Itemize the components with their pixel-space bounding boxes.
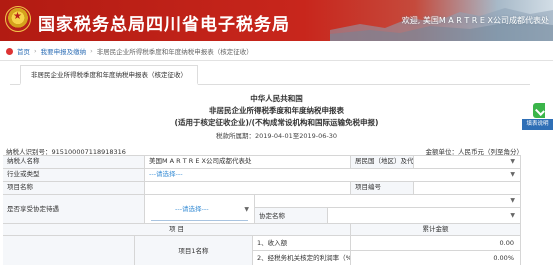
treaty-name-label: 协定名称	[255, 208, 328, 224]
project1-name-label: 项目1名称	[135, 236, 253, 265]
industry-select-value: ---请选择---	[149, 170, 183, 178]
profit-rate-value[interactable]: 0.00%	[351, 251, 521, 265]
tax-period: 税款所属期：2019-04-01至2019-06-30	[215, 132, 338, 140]
home-icon	[6, 47, 13, 55]
treaty-name-select[interactable]: ▼	[328, 208, 521, 224]
form-title-subtitle: (适用于核定征收企业)/(不构成常设机构和国际运输免税申报)	[174, 118, 379, 127]
income-label: 1、收入额	[253, 236, 351, 251]
industry-select[interactable]: ---请选择--- ▼	[145, 169, 521, 182]
tab-declaration-form[interactable]: 非居民企业所得税季度和年度纳税申报表（核定征收）	[20, 65, 198, 85]
tax-emblem-icon	[5, 6, 31, 32]
residence-country-select[interactable]: ▼	[414, 156, 521, 169]
dropdown-arrow-icon: ▼	[510, 158, 515, 165]
breadcrumb-separator: ›	[90, 47, 93, 55]
site-header: 国家税务总局四川省电子税务局 欢迎, 美国M A R T R E X公司成都代表…	[0, 0, 553, 41]
taxpayer-name-label: 纳税人名称	[3, 156, 145, 169]
form-title-main: 非居民企业所得税季度和年度纳税申报表	[209, 106, 344, 115]
treaty-select-value: ---请选择---	[175, 205, 209, 213]
side-collapse-icon[interactable]	[533, 103, 545, 118]
dropdown-arrow-icon: ▼	[510, 171, 515, 178]
breadcrumb: 首页 › 我要申报及缴纳 › 非居民企业所得税季度和年度纳税申报表（核定征收）	[6, 45, 253, 57]
treaty-select[interactable]: ---请选择--- ▼	[145, 195, 255, 224]
project-number-input[interactable]	[414, 182, 521, 195]
column-header-item: 项 目	[3, 224, 351, 236]
industry-label: 行业或类型	[3, 169, 145, 182]
breadcrumb-current: 非居民企业所得税季度和年度纳税申报表（核定征收）	[96, 48, 253, 56]
dropdown-arrow-icon: ▼	[510, 212, 515, 219]
project-row-spacer	[3, 236, 135, 265]
fill-instructions-button[interactable]: 填表说明	[522, 119, 553, 130]
divider	[0, 60, 553, 61]
site-title: 国家税务总局四川省电子税务局	[38, 15, 290, 35]
breadcrumb-declare[interactable]: 我要申报及缴纳	[41, 46, 87, 56]
form-title-country: 中华人民共和国	[250, 94, 303, 103]
breadcrumb-home[interactable]: 首页	[17, 46, 30, 56]
residence-country-label: 居民国（地区）及代码	[351, 156, 414, 169]
dropdown-arrow-icon: ▼	[510, 197, 515, 204]
column-header-amount: 累计金额	[351, 224, 521, 236]
treaty-label: 是否享受协定待遇	[3, 195, 145, 224]
declaration-form: 纳税人名称 美国M A R T R E X公司成都代表处 居民国（地区）及代码 …	[3, 155, 521, 265]
treaty-option-select[interactable]: ▼	[255, 195, 521, 208]
project-number-label: 项目编号	[351, 182, 414, 195]
tab-bar: 非居民企业所得税季度和年度纳税申报表（核定征收）	[10, 65, 530, 85]
project-name-input[interactable]	[145, 182, 351, 195]
taxpayer-name-value: 美国M A R T R E X公司成都代表处	[145, 156, 351, 169]
breadcrumb-separator: ›	[34, 47, 37, 55]
welcome-user-text: 欢迎, 美国M A R T R E X公司成都代表处	[401, 16, 549, 25]
profit-rate-label: 2、经税务机关核定的利润率（%）	[253, 251, 351, 265]
select-underline	[151, 220, 248, 221]
income-value[interactable]: 0.00	[351, 236, 521, 251]
project-name-label: 项目名称	[3, 182, 145, 195]
